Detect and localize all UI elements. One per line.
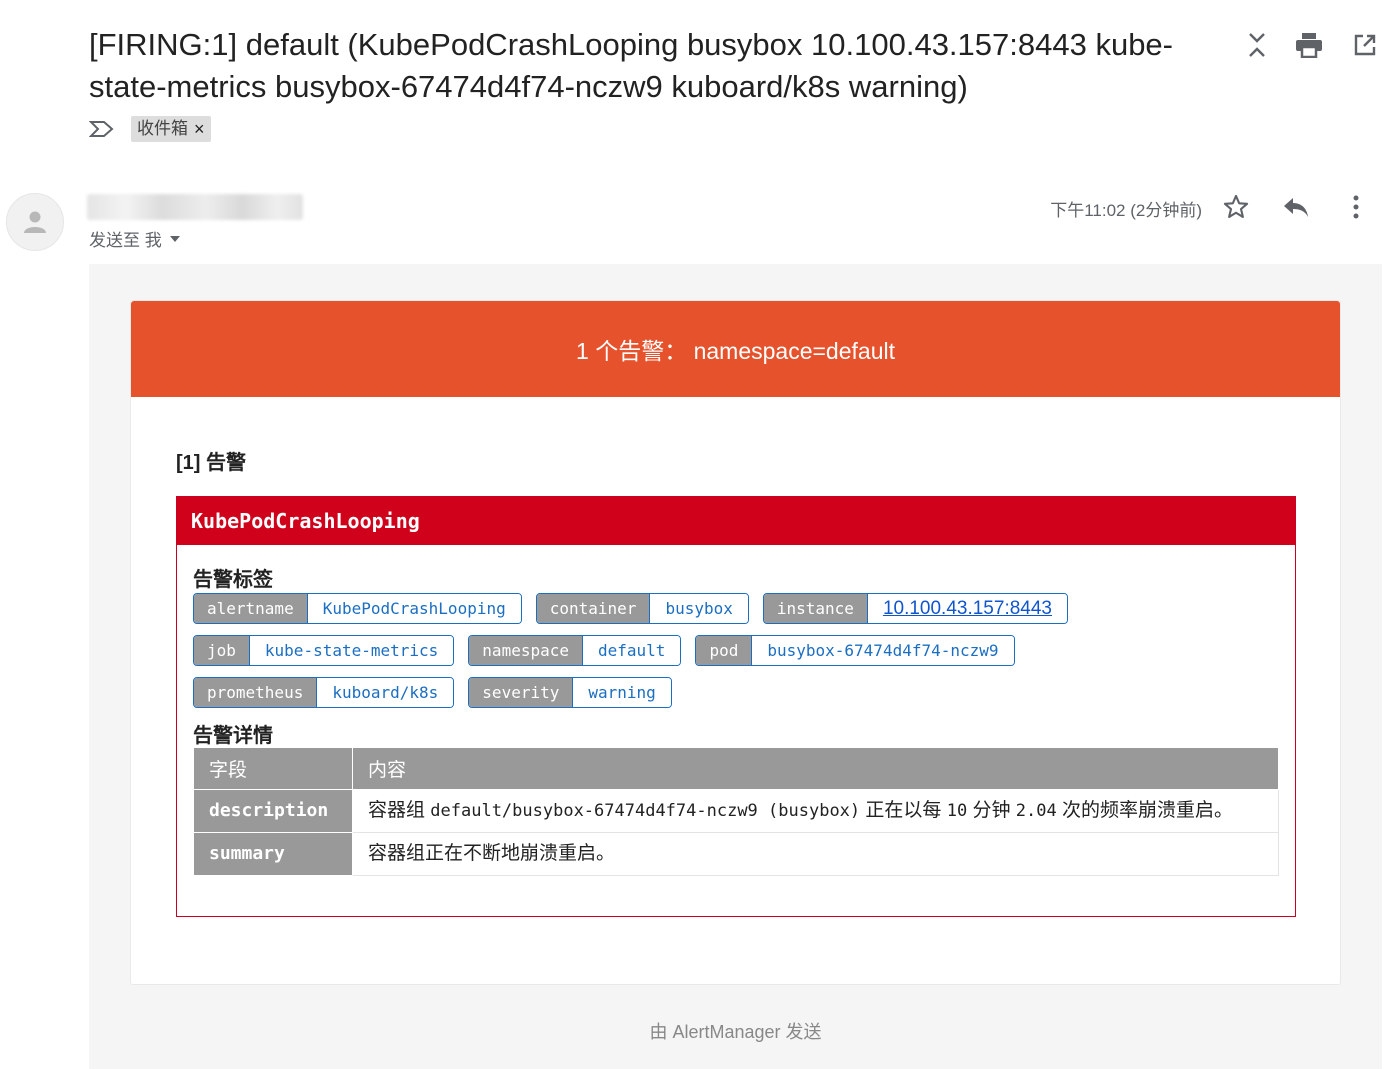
more-vert-icon[interactable] bbox=[1326, 190, 1386, 224]
inbox-label-text: 收件箱 bbox=[137, 119, 188, 138]
message-actions bbox=[1206, 190, 1386, 224]
labels-section-title: 告警标签 bbox=[193, 569, 273, 591]
alert-name-header: KubePodCrashLooping bbox=[177, 497, 1295, 545]
content-text-part: 容器组正在不断地崩溃重启。 bbox=[368, 843, 616, 864]
label-key: alertname bbox=[194, 594, 307, 623]
label-key: instance bbox=[763, 594, 867, 623]
subject-toolbar bbox=[1240, 28, 1400, 64]
label-tag-namespace: namespace default bbox=[468, 635, 682, 666]
label-tag-pod: pod busybox-67474d4f74-nczw9 bbox=[695, 635, 1015, 666]
remove-label-icon[interactable]: × bbox=[194, 116, 205, 142]
label-key: prometheus bbox=[194, 678, 317, 707]
sender-name-redacted bbox=[87, 194, 303, 220]
collapse-icon[interactable] bbox=[1240, 28, 1274, 62]
field-name-cell: description bbox=[193, 789, 353, 833]
label-value: busybox bbox=[649, 594, 748, 623]
footer-sent-by: 由 AlertManager 发送 bbox=[649, 1022, 822, 1042]
sender-avatar[interactable] bbox=[6, 193, 64, 251]
label-value: kube-state-metrics bbox=[248, 636, 454, 665]
chevron-down-icon[interactable] bbox=[169, 235, 180, 242]
label-key: container bbox=[536, 594, 650, 623]
to-me-text: 发送至 我 bbox=[89, 231, 162, 250]
alert-email-card: 1 个告警： namespace=default [1] 告警 KubePodC… bbox=[130, 300, 1341, 985]
alert-labels: alertname KubePodCrashLooping container bus… bbox=[193, 593, 1283, 719]
label-key: namespace bbox=[469, 636, 582, 665]
table-row: summary 容器组正在不断地崩溃重启。 bbox=[193, 832, 1279, 876]
alert-index-heading: [1] 告警 bbox=[176, 452, 246, 474]
label-tag-container: container busybox bbox=[535, 593, 749, 624]
content-text-part: 容器组 bbox=[368, 800, 431, 821]
label-row: 收件箱 × bbox=[89, 115, 211, 143]
field-content-cell: 容器组 default/busybox-67474d4f74-nczw9 (bu… bbox=[352, 789, 1279, 833]
open-new-window-icon[interactable] bbox=[1348, 28, 1382, 62]
label-key: severity bbox=[469, 678, 573, 707]
received-time: 下午11:02 (2分钟前) bbox=[1050, 201, 1202, 220]
column-header-field: 字段 bbox=[193, 747, 353, 790]
content-text-part: 2.04 bbox=[1015, 801, 1057, 821]
label-value: KubePodCrashLooping bbox=[306, 594, 521, 623]
alert-box: KubePodCrashLooping 告警标签 alertname KubePo… bbox=[176, 496, 1296, 917]
label-value: default bbox=[582, 636, 681, 665]
label-value: warning bbox=[572, 678, 671, 707]
content-text-part: 分钟 bbox=[967, 800, 1016, 821]
label-value: kuboard/k8s bbox=[316, 678, 454, 707]
label-tag-alertname: alertname KubePodCrashLooping bbox=[193, 593, 522, 624]
label-tag-job: job kube-state-metrics bbox=[193, 635, 455, 666]
label-tag-severity: severity warning bbox=[468, 677, 672, 708]
reply-icon[interactable] bbox=[1266, 190, 1326, 224]
label-row-0: alertname KubePodCrashLooping container bus… bbox=[193, 593, 1283, 624]
star-icon[interactable] bbox=[1206, 190, 1266, 224]
print-icon[interactable] bbox=[1292, 28, 1326, 62]
label-tag-prometheus: prometheus kuboard/k8s bbox=[193, 677, 455, 708]
content-text-part: 次的频率崩溃重启。 bbox=[1056, 800, 1233, 821]
label-tag-instance: instance 10.100.43.157:8443 bbox=[762, 593, 1068, 624]
table-header-row: 字段 内容 bbox=[193, 747, 1279, 790]
field-content-cell: 容器组正在不断地崩溃重启。 bbox=[352, 832, 1279, 876]
details-section-title: 告警详情 bbox=[193, 725, 273, 747]
label-value-link[interactable]: 10.100.43.157:8443 bbox=[866, 594, 1067, 623]
email-subject: [FIRING:1] default (KubePodCrashLooping … bbox=[89, 27, 1174, 104]
recipient-details[interactable]: 发送至 我 bbox=[89, 226, 180, 251]
content-text-part: 正在以每 bbox=[860, 800, 947, 821]
label-row-2: prometheus kuboard/k8s severity warning bbox=[193, 677, 1283, 708]
content-text-part: default/busybox-67474d4f74-nczw9 (busybo… bbox=[430, 801, 861, 821]
content-text-part: 10 bbox=[946, 801, 968, 821]
field-name-cell: summary bbox=[193, 832, 353, 876]
inbox-label-chip: 收件箱 × bbox=[131, 116, 211, 142]
column-header-content: 内容 bbox=[352, 747, 1279, 790]
table-row: description 容器组 default/busybox-67474d4f7… bbox=[193, 789, 1279, 833]
label-key: pod bbox=[696, 636, 752, 665]
person-icon bbox=[24, 211, 46, 233]
label-row-1: job kube-state-metrics namespace default pod… bbox=[193, 635, 1283, 666]
label-value: busybox-67474d4f74-nczw9 bbox=[751, 636, 1014, 665]
alert-details-table: 字段 内容 description 容器组 default/busybox-674… bbox=[193, 747, 1279, 876]
importance-marker-icon[interactable] bbox=[89, 118, 119, 140]
alert-summary-banner: 1 个告警： namespace=default bbox=[131, 301, 1340, 397]
label-key: job bbox=[194, 636, 249, 665]
